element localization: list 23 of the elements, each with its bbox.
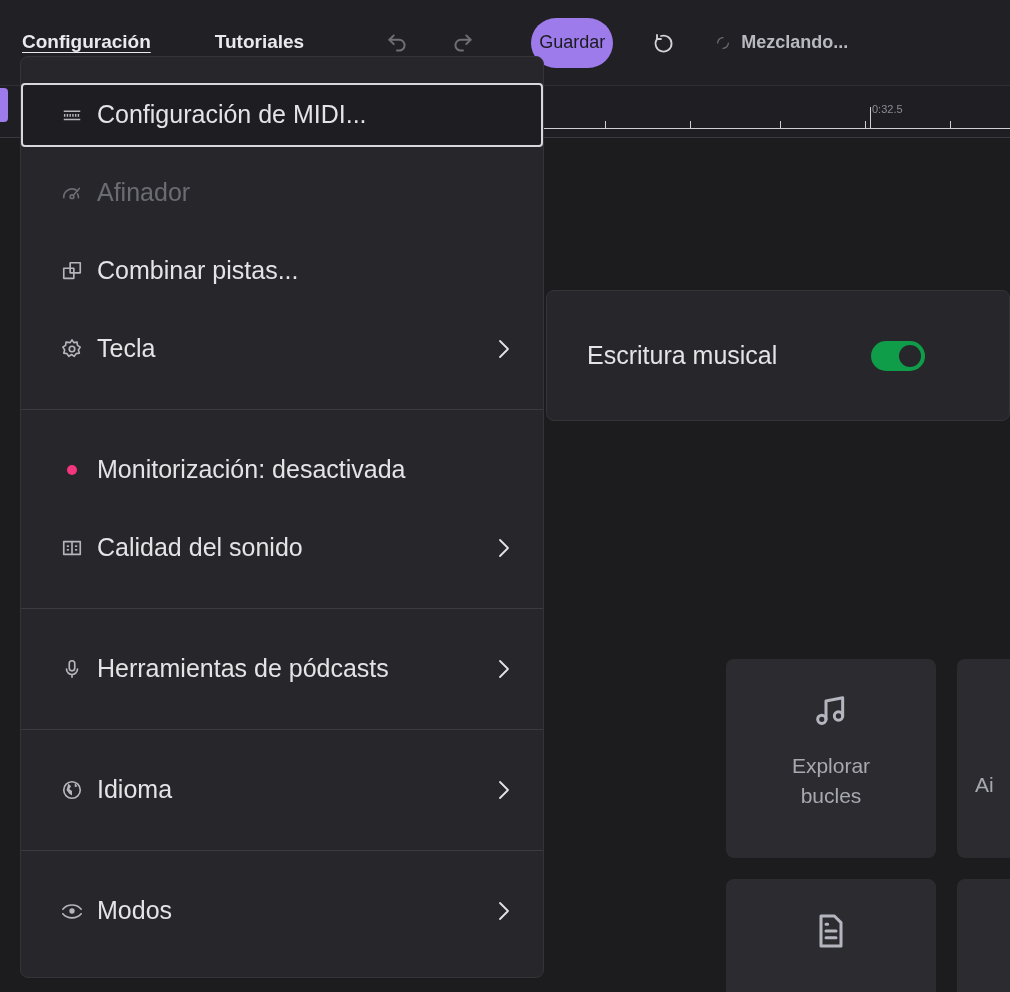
menu-item[interactable]: Modos <box>21 879 543 943</box>
menu-item[interactable]: Configuración de MIDI... <box>21 83 543 147</box>
playhead-marker <box>0 88 8 122</box>
menu-item[interactable]: Tecla <box>21 317 543 381</box>
toggle-switch[interactable] <box>871 340 926 371</box>
settings-icon <box>61 338 83 360</box>
menu-item[interactable]: Idioma <box>21 758 543 822</box>
spinner-icon <box>715 34 732 51</box>
menu-item[interactable]: Combinar pistas... <box>21 239 543 303</box>
globe-icon <box>61 779 83 801</box>
menu-item[interactable]: Herramientas de pódcasts <box>21 637 543 701</box>
menu-item[interactable]: Monitorización: desactivada <box>21 438 543 502</box>
menu-item[interactable]: Calidad del sonido <box>21 516 543 580</box>
tile-card[interactable]: Ai <box>957 659 1010 858</box>
menu-item: Afinador <box>21 161 543 225</box>
menu-tab[interactable]: Configuración <box>22 28 151 57</box>
toggle-label: Escritura musical <box>587 339 778 371</box>
time-marker: 0:32.5 <box>872 101 903 117</box>
status-text: Mezclando... <box>741 31 849 54</box>
tile-card[interactable]: Explorar bucles <box>726 659 936 858</box>
overlapping-squares-icon <box>61 260 83 282</box>
menu-tab[interactable]: Tutoriales <box>214 28 305 57</box>
save-button[interactable]: Guardar <box>531 17 614 68</box>
